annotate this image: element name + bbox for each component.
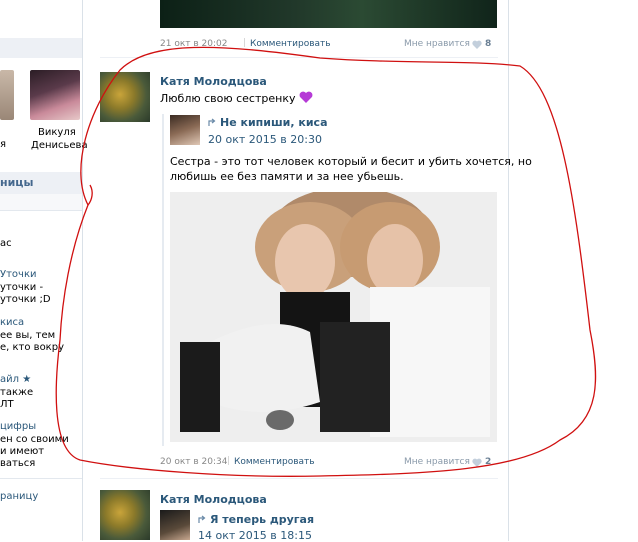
red-annotation-loop [55,46,597,477]
